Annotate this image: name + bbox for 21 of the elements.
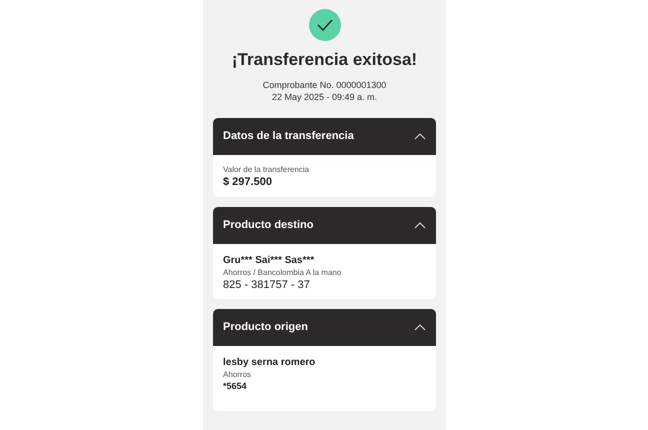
chevron-up-icon xyxy=(414,222,426,229)
account-number: *5654 xyxy=(223,380,248,392)
section-title: Datos de la transferencia xyxy=(223,129,354,144)
receipt-number: Comprobante No. 0000001300 xyxy=(262,79,386,91)
section-header[interactable]: Producto destino xyxy=(213,207,436,244)
field-label: Valor de la transferencia xyxy=(223,165,310,175)
section-header[interactable]: Producto origen xyxy=(213,309,436,346)
holder-name: Gru*** Sai*** Sas*** xyxy=(223,254,316,268)
section-title: Producto origen xyxy=(223,320,308,336)
transfer-date: 22 May 2025 - 09:49 a. m. xyxy=(272,91,378,103)
section-header[interactable]: Datos de la transferencia xyxy=(213,118,436,155)
chevron-up-icon xyxy=(414,324,426,331)
success-title: ¡Transferencia exitosa! xyxy=(232,49,418,71)
amount-text: $ 297.500 xyxy=(223,175,273,189)
field-label: Ahorros / Bancolombia A la mano xyxy=(223,268,342,278)
field-label: Ahorros xyxy=(223,370,252,380)
check-icon xyxy=(308,9,340,41)
account-number: 825 - 381757 - 37 xyxy=(223,278,311,292)
section-title: Producto destino xyxy=(223,218,314,234)
chevron-up-icon xyxy=(414,133,426,140)
holder-name: lesby serna romero xyxy=(223,356,316,370)
